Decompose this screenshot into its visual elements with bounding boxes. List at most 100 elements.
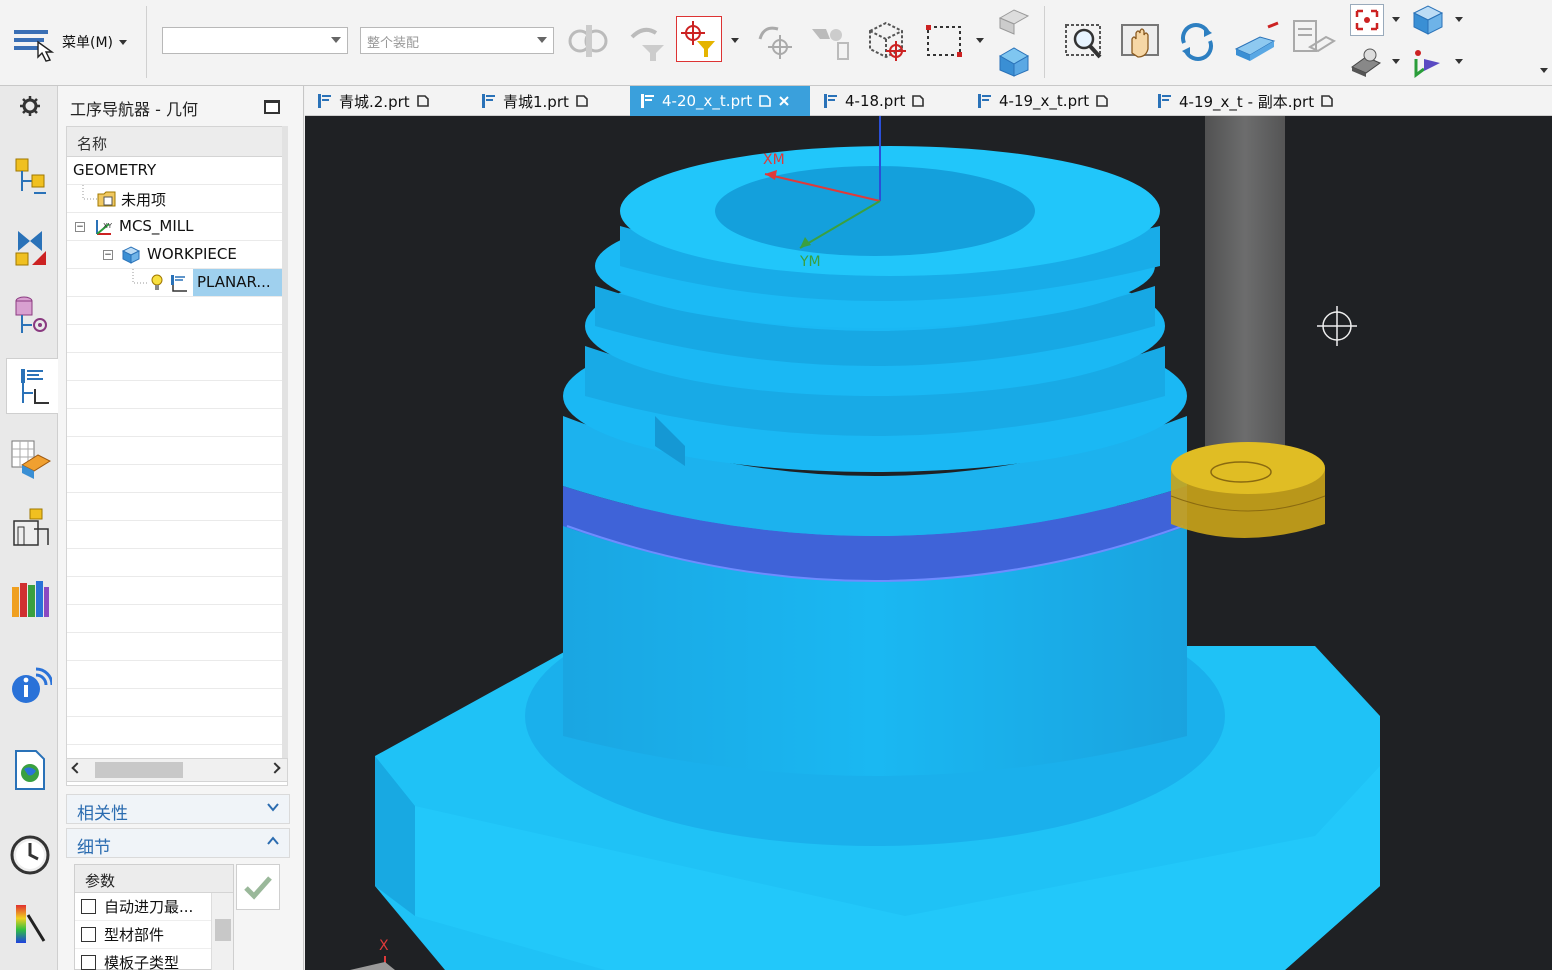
chevron-down-icon[interactable] <box>1455 59 1463 64</box>
tab-4-19-x-t-copy[interactable]: 4-19_x_t - 副本.prt <box>1147 86 1387 116</box>
view-cube-button[interactable] <box>1408 2 1448 38</box>
refresh-icon <box>1181 23 1213 61</box>
tree-horizontal-scrollbar[interactable] <box>66 758 288 782</box>
pan-button[interactable] <box>1116 18 1166 66</box>
view-orient-button[interactable] <box>992 4 1034 40</box>
resource-history-button[interactable] <box>6 826 54 882</box>
direction-button[interactable] <box>1408 44 1448 80</box>
zoom-window-button[interactable] <box>1060 18 1110 66</box>
shaded-icon <box>1234 21 1279 61</box>
chevron-down-icon[interactable] <box>976 38 984 43</box>
modified-icon <box>1321 95 1333 107</box>
param-row[interactable]: 自动进刀最... <box>75 893 233 921</box>
scrollbar-thumb[interactable] <box>95 762 183 778</box>
tree-node-label: 未用项 <box>121 191 167 209</box>
part-model[interactable]: XM YM X <box>305 116 1552 970</box>
resource-mirror-button[interactable] <box>6 218 54 274</box>
fit-button[interactable] <box>1350 4 1384 36</box>
snap-point-button[interactable] <box>564 18 614 64</box>
settings-icon <box>20 96 40 116</box>
chevron-down-icon[interactable] <box>1455 17 1463 22</box>
wcs-triad <box>350 962 395 970</box>
scrollbar-thumb[interactable] <box>215 919 231 941</box>
chevron-down-icon <box>267 803 279 812</box>
tree-empty-row <box>67 577 287 605</box>
graphics-viewport[interactable]: XM YM X <box>305 116 1552 970</box>
selection-filter-button[interactable] <box>676 16 722 62</box>
tab-4-19-x-t[interactable]: 4-19_x_t.prt <box>967 86 1147 116</box>
render-style-button[interactable] <box>1346 44 1386 80</box>
tree-node-unused[interactable]: 未用项 <box>67 185 287 213</box>
chevron-down-icon <box>119 39 128 45</box>
scope-combo[interactable]: 整个装配 <box>360 27 554 54</box>
param-row[interactable]: 型材部件 <box>75 921 233 949</box>
apply-button[interactable] <box>236 864 280 910</box>
menu-button[interactable]: 菜单(M) <box>10 22 140 62</box>
details-params-table: 参数 自动进刀最... 型材部件 模板子类型 <box>74 864 234 970</box>
toolbar-overflow-icon[interactable] <box>1540 68 1548 73</box>
resource-geometry-button[interactable] <box>6 148 54 204</box>
selection-priority-button[interactable] <box>804 18 854 64</box>
rectangle-select-icon <box>926 25 962 57</box>
collapse-icon[interactable]: − <box>75 222 85 232</box>
tab-label: 4-19_x_t.prt <box>999 92 1090 110</box>
resource-web-button[interactable] <box>6 742 54 798</box>
part-view-button[interactable] <box>992 42 1034 80</box>
box-select-button[interactable] <box>860 16 912 64</box>
type-filter-combo[interactable] <box>162 27 348 54</box>
resource-info-button[interactable] <box>6 656 54 712</box>
resource-palette-button[interactable] <box>6 896 54 952</box>
close-icon[interactable] <box>778 95 790 107</box>
selection-filter-icon <box>681 21 715 57</box>
resource-setup-button[interactable] <box>6 500 54 556</box>
rotate-button[interactable] <box>748 18 798 64</box>
tab-4-20-x-t[interactable]: 4-20_x_t.prt <box>630 86 810 116</box>
navigator-title: 工序导航器 - 几何 <box>70 100 198 119</box>
scroll-left-icon[interactable] <box>71 762 83 774</box>
undo-filter-button[interactable] <box>622 18 672 64</box>
collapse-icon[interactable]: − <box>103 250 113 260</box>
part-file-icon <box>482 94 495 108</box>
resource-program-order-button[interactable] <box>6 358 59 414</box>
tab-qingcheng-1[interactable]: 青城1.prt <box>471 86 631 116</box>
tree-node-workpiece[interactable]: − WORKPIECE <box>67 241 287 269</box>
scroll-right-icon[interactable] <box>269 762 281 774</box>
tree-node-geometry[interactable]: GEOMETRY <box>67 157 287 185</box>
modified-icon <box>1096 95 1108 107</box>
params-scrollbar[interactable] <box>211 893 233 970</box>
chevron-down-icon[interactable] <box>731 38 739 43</box>
dependencies-section-header[interactable]: 相关性 <box>66 794 290 824</box>
param-checkbox[interactable] <box>81 899 96 914</box>
tree-empty-row <box>67 381 287 409</box>
shaded-button[interactable] <box>1228 18 1284 66</box>
refresh-button[interactable] <box>1172 18 1222 66</box>
axis-label-x: X <box>379 938 389 954</box>
chevron-down-icon[interactable] <box>1392 59 1400 64</box>
maximize-icon[interactable] <box>264 100 280 114</box>
info-icon <box>12 667 52 703</box>
tab-4-18[interactable]: 4-18.prt <box>813 86 963 116</box>
tab-label: 青城.2.prt <box>339 92 410 111</box>
param-row[interactable]: 模板子类型 <box>75 949 233 970</box>
wireframe-button[interactable] <box>1288 16 1340 66</box>
checkmark-icon <box>244 876 272 900</box>
tab-qingcheng-2[interactable]: 青城.2.prt <box>307 86 467 116</box>
param-checkbox[interactable] <box>81 927 96 942</box>
tree-node-mcs-mill[interactable]: − XY MCS_MILL <box>67 213 287 241</box>
tree-vertical-scrollbar[interactable] <box>282 126 288 758</box>
params-column-header[interactable]: 参数 <box>75 865 233 893</box>
resource-feature-button[interactable] <box>6 430 54 486</box>
tree-node-planar-mill[interactable]: PLANAR... <box>67 269 287 297</box>
chevron-down-icon[interactable] <box>1392 17 1400 22</box>
modified-icon <box>576 95 588 107</box>
rectangle-select-button[interactable] <box>920 18 970 64</box>
param-checkbox[interactable] <box>81 955 96 970</box>
axis-label-xm: XM <box>763 152 785 168</box>
resource-machine-button[interactable] <box>6 288 54 344</box>
menu-label: 菜单(M) <box>62 35 114 51</box>
tree-column-header[interactable]: 名称 <box>67 127 287 157</box>
resource-settings-button[interactable] <box>6 88 54 124</box>
details-section-header[interactable]: 细节 <box>66 828 290 858</box>
resource-library-button[interactable] <box>6 570 54 626</box>
tree-empty-row <box>67 437 287 465</box>
